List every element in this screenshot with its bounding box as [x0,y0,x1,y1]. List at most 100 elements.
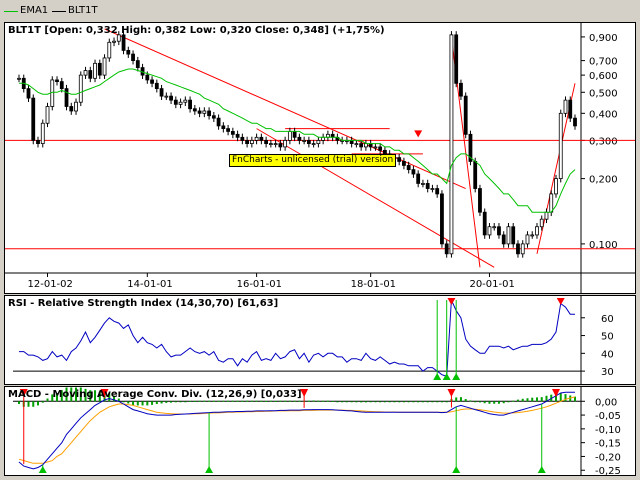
macd-histogram-bar [288,400,291,402]
candle-body [444,243,449,255]
macd-buy-signal-marker [452,466,461,473]
candle-body [102,57,107,76]
candle-body [268,143,273,146]
macd-histogram-bar [402,401,405,403]
macd-histogram-bar [122,401,125,403]
price-tick-label: 0,100 [589,240,618,251]
price-tick-label: 0,200 [589,175,618,186]
macd-histogram-bar [521,398,524,402]
candle-body [416,173,421,184]
ema-legend-swatch [4,11,18,12]
candle-body [164,95,169,98]
macd-histogram-bar [212,400,215,402]
candle-body [216,117,221,127]
candle-body [397,157,402,162]
macd-histogram-bar [421,401,424,403]
macd-histogram-bar [412,401,415,403]
macd-histogram-bar [474,401,477,403]
candle-body [207,110,211,117]
candle-body [406,165,411,171]
macd-histogram-bar [345,401,348,403]
candle-body [154,82,159,89]
candle-body [145,74,150,81]
macd-histogram-bar [127,401,130,404]
candle-body [93,62,97,79]
candle-body [544,211,549,220]
macd-histogram-bar [170,401,173,403]
macd-histogram-bar [512,400,515,402]
macd-histogram-bar [526,398,529,402]
candle-body [411,169,416,175]
price-chart-panel[interactable]: 0,900 0,700 0,600 0,500 0,400 0,300 0,200 0,100… [4,22,636,294]
candle-body [135,60,140,68]
candle-body [178,101,183,105]
candle-body [64,88,69,107]
chart-legend: EMA1 BLT1T [0,0,640,20]
macd-histogram-bar [193,401,196,402]
macd-histogram-bar [269,400,272,402]
candle-body [525,234,530,245]
macd-histogram-bar [236,400,239,402]
candle-body [520,243,525,255]
macd-histogram-bar [407,401,410,403]
macd-histogram-bar [360,401,363,403]
macd-sell-signal-marker [551,389,560,397]
macd-panel[interactable]: 0,00 -0,05 -0,10 -0,15 -0,20 -0,25 MACD - Mov… [4,386,636,476]
candle-body [278,143,283,148]
candle-body [245,140,250,145]
macd-histogram-bar [331,401,334,402]
macd-tick-label: -0,25 [595,466,621,475]
candle-body [501,234,506,245]
macd-histogram-bar [393,401,396,403]
candle-body [535,226,539,236]
candle-body [297,136,302,141]
macd-histogram-bar [369,401,372,403]
candle-body [249,140,254,145]
rsi-tick-label: 40 [601,349,614,360]
macd-histogram-bar [483,401,486,404]
macd-histogram-bar [298,400,301,402]
macd-sell-signal-marker [447,389,456,397]
macd-histogram-bar [155,401,158,405]
macd-tick-label: -0,10 [595,425,621,436]
sell-signal-marker [414,130,423,138]
rsi-tick-label: 50 [601,332,614,343]
candle-body [497,226,501,236]
candle-body [226,128,230,132]
macd-tick-label: 0,00 [595,397,617,408]
candle-body [482,211,487,236]
candle-body [283,140,288,148]
macd-histogram-bar [250,400,253,402]
candle-body [78,74,83,103]
macd-histogram-bar [440,401,443,403]
candle-body [26,88,31,99]
macd-signal-line [18,396,576,464]
macd-tick-label: -0,15 [595,439,621,450]
macd-histogram-bar [18,401,20,405]
macd-histogram-bar [326,400,329,402]
candle-body [188,99,192,110]
rsi-panel[interactable]: 60 50 40 30 RSI - Relative Strength Index (… [4,295,636,385]
candle-body [511,226,516,245]
macd-histogram-bar [260,400,263,402]
legend-ema-label: EMA1 [20,5,49,16]
candle-body [292,131,297,138]
macd-histogram-bar [559,393,562,402]
rsi-buy-signal-marker [452,373,461,380]
rsi-chart-svg: 60 50 40 30 [13,296,614,384]
macd-buy-signal-marker [38,466,47,473]
price-tick-label: 0,900 [589,33,618,44]
macd-histogram-bar [198,400,201,402]
macd-histogram-bar [516,399,519,402]
candle-body [539,218,544,228]
candle-body [159,88,164,97]
macd-chart-svg: 0,00 -0,05 -0,10 -0,15 -0,20 -0,25 [13,387,621,475]
candle-body [287,131,292,141]
candle-body [59,81,64,89]
price-tick-label: 0,300 [589,136,618,147]
candle-body [230,131,235,135]
macd-histogram-bar [27,401,30,407]
candle-body [568,99,573,119]
candle-body [421,183,425,185]
candle-body [473,161,478,189]
